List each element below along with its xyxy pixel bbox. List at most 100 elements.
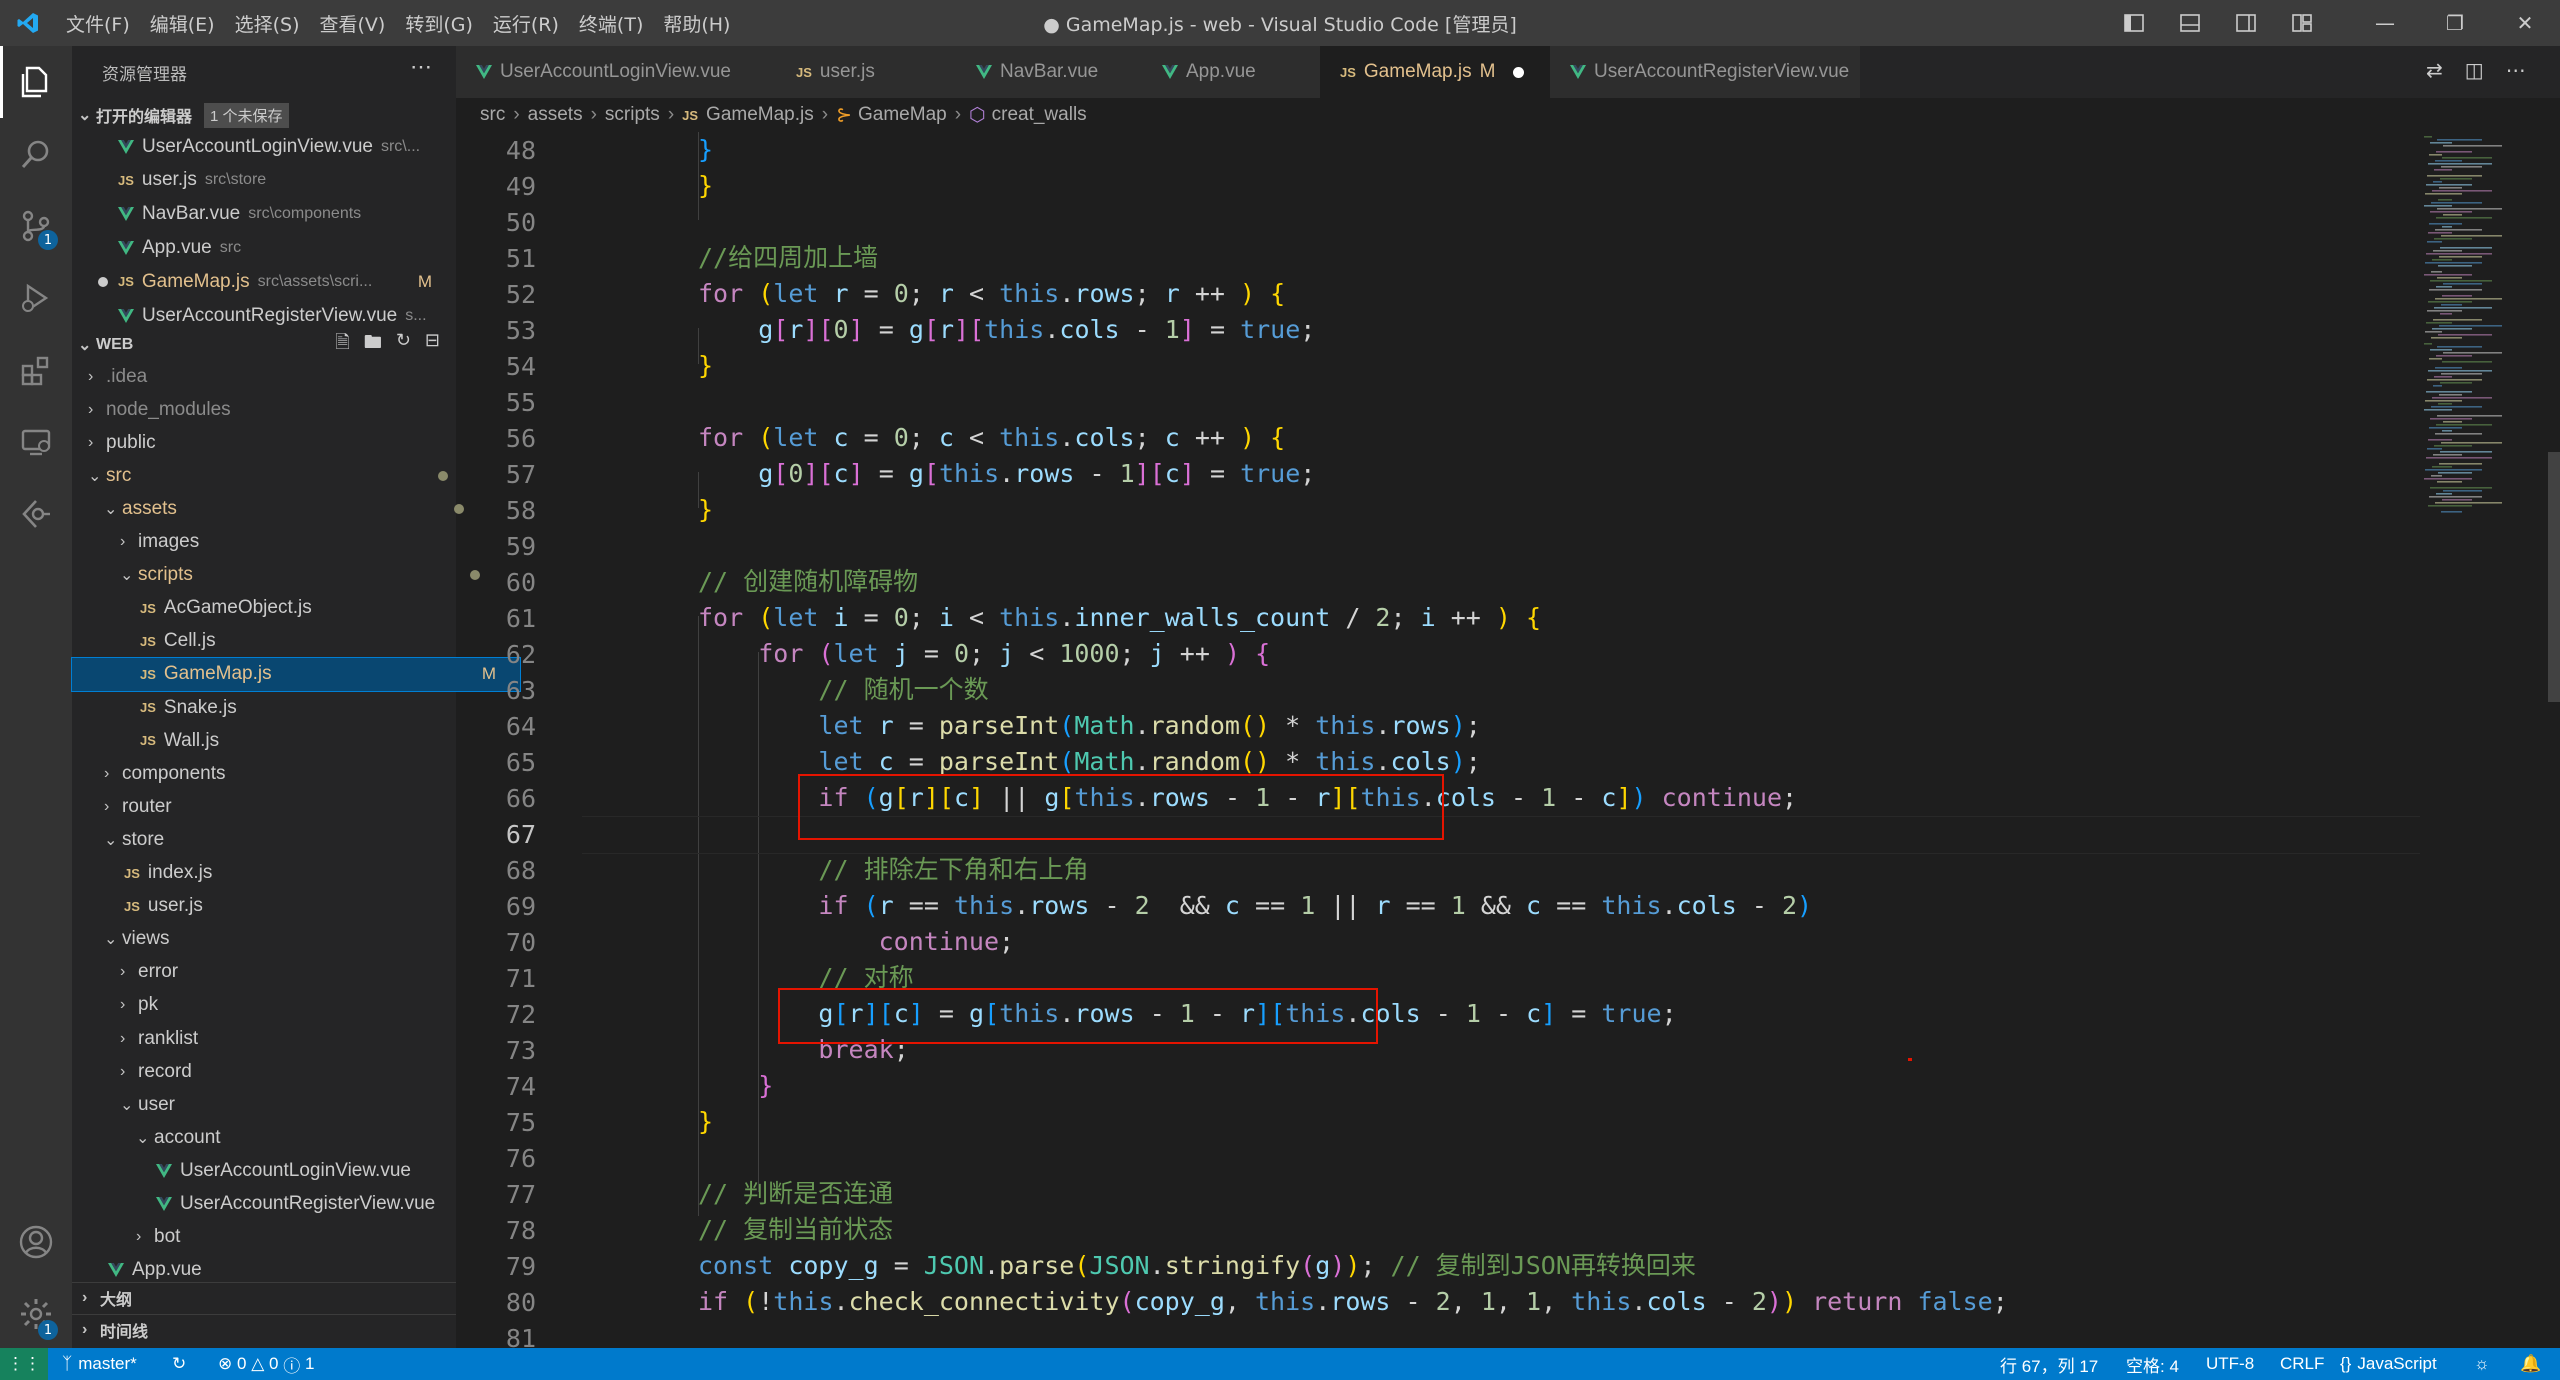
folder-store[interactable]: ⌄ store — [72, 823, 488, 856]
split-editor-icon[interactable]: ◫ — [2465, 58, 2484, 82]
tab-GameMap.js[interactable]: JS GameMap.js M — [1320, 46, 1571, 98]
run-debug-icon[interactable] — [0, 262, 72, 334]
open-editors-header[interactable]: ⌄ 打开的编辑器 1 个未保存 — [72, 100, 456, 130]
folder-account[interactable]: ⌄ account — [72, 1121, 520, 1154]
folder-ranklist[interactable]: › ranklist — [72, 1022, 504, 1055]
code-line-58: } — [698, 495, 714, 524]
minimap[interactable] — [2420, 132, 2542, 1348]
tab-user.js[interactable]: JS user.js — [776, 46, 977, 98]
folder-images[interactable]: › images — [72, 526, 504, 559]
indentation[interactable]: 空格: 4 — [2126, 1348, 2179, 1380]
open-editor-item[interactable]: JS GameMap.js src\assets\scri... M — [72, 265, 456, 298]
menu-item[interactable]: 选择(S) — [225, 10, 310, 37]
breadcrumb-item[interactable]: GameMap.js — [706, 104, 814, 126]
file-GameMap.js[interactable]: JS GameMap.js M — [71, 656, 521, 692]
file-Snake.js[interactable]: JS Snake.js — [72, 691, 520, 724]
close-icon[interactable]: ✕ — [2490, 0, 2560, 46]
new-file-icon[interactable]: 🗎 — [335, 330, 349, 360]
breadcrumb-item[interactable]: creat_walls — [992, 104, 1087, 126]
folder-public[interactable]: › public — [72, 426, 472, 459]
tab-NavBar.vue[interactable]: NavBar.vue — [956, 46, 1163, 98]
explorer-icon[interactable] — [0, 46, 72, 118]
cursor-position[interactable]: 行 67，列 17 — [2000, 1348, 2098, 1380]
git-history-icon[interactable] — [0, 478, 72, 550]
menu-item[interactable]: 查看(V) — [310, 10, 396, 37]
line-number: 61 — [505, 604, 536, 633]
breadcrumb-separator: › — [667, 104, 675, 125]
more-editor-actions-icon[interactable]: ⋯ — [2506, 58, 2526, 82]
file-AcGameObject.js[interactable]: JS AcGameObject.js — [72, 592, 520, 625]
folder-error[interactable]: › error — [72, 956, 504, 989]
refresh-icon[interactable]: ↻ — [396, 330, 411, 360]
tree-item-label: node_modules — [106, 398, 231, 420]
restore-icon[interactable]: ❐ — [2420, 0, 2490, 46]
open-editor-item[interactable]: UserAccountLoginView.vue src\... — [72, 130, 456, 163]
open-changes-icon[interactable]: ⇄ — [2426, 58, 2443, 82]
remote-indicator-icon[interactable]: ⋮⋮ — [0, 1348, 48, 1380]
file-Wall.js[interactable]: JS Wall.js — [72, 724, 520, 757]
collapse-all-icon[interactable]: ⊟ — [425, 330, 440, 360]
highlight-box-continue — [798, 774, 1444, 840]
menu-item[interactable]: 转到(G) — [395, 10, 483, 37]
new-folder-icon[interactable]: 🖿 — [364, 330, 382, 360]
breadcrumb-item[interactable]: scripts — [605, 104, 660, 126]
code-editor[interactable]: } } //给四周加上墙 for (let r = 0; r < this.ro… — [582, 132, 2420, 1348]
folder-scripts[interactable]: ⌄ scripts — [72, 559, 504, 592]
sync-icon[interactable]: ↻ — [172, 1348, 186, 1380]
unsaved-dot-icon[interactable] — [1513, 66, 1525, 78]
open-editor-item[interactable]: NavBar.vue src\components — [72, 198, 456, 231]
folder-router[interactable]: › router — [72, 790, 488, 823]
menu-item[interactable]: 文件(F) — [56, 10, 140, 37]
folder-components[interactable]: › components — [72, 757, 488, 790]
notifications-icon[interactable]: 🔔 — [2520, 1348, 2541, 1380]
folder-bot[interactable]: › bot — [72, 1221, 520, 1254]
open-editor-item[interactable]: UserAccountRegisterView.vue s... — [72, 299, 456, 332]
menu-item[interactable]: 终端(T) — [569, 10, 653, 37]
breadcrumb-item[interactable]: GameMap — [858, 104, 947, 126]
more-actions-icon[interactable]: ⋯ — [410, 54, 432, 80]
folder-user[interactable]: ⌄ user — [72, 1088, 504, 1121]
breadcrumb-item[interactable]: assets — [528, 104, 583, 126]
outline-header[interactable]: › 大纲 — [72, 1282, 456, 1313]
workspace-header[interactable]: ⌄ WEB 🗎 🖿 ↻ ⊟ — [72, 330, 456, 360]
toggle-sidebar-icon[interactable] — [2106, 0, 2162, 46]
folder-views[interactable]: ⌄ views — [72, 923, 488, 956]
problems-indicator[interactable]: ⊗ 0 △ 0 ⓘ 1 — [218, 1348, 314, 1380]
line-number: 68 — [505, 856, 536, 885]
tab-UserAccountLoginView.vue[interactable]: UserAccountLoginView.vue — [456, 46, 797, 98]
remote-explorer-icon[interactable] — [0, 406, 72, 478]
language-mode[interactable]: {} JavaScript — [2340, 1348, 2437, 1380]
folder-.idea[interactable]: › .idea — [72, 360, 472, 393]
branch-indicator[interactable]: ᛉ master* — [62, 1348, 137, 1380]
menu-item[interactable]: 编辑(E) — [140, 10, 225, 37]
tab-App.vue[interactable]: App.vue — [1142, 46, 1341, 98]
source-control-icon[interactable]: 1 — [0, 190, 72, 262]
folder-node_modules[interactable]: › node_modules — [72, 393, 472, 426]
extensions-icon[interactable] — [0, 334, 72, 406]
feedback-icon[interactable]: ☼ — [2474, 1348, 2490, 1380]
toggle-panel-icon[interactable] — [2162, 0, 2218, 46]
menu-item[interactable]: 运行(R) — [483, 10, 569, 37]
folder-record[interactable]: › record — [72, 1055, 504, 1088]
minimize-icon[interactable]: — — [2350, 0, 2420, 46]
accounts-icon[interactable] — [0, 1206, 72, 1278]
folder-pk[interactable]: › pk — [72, 989, 504, 1022]
search-icon[interactable] — [0, 118, 72, 190]
toggle-secondary-sidebar-icon[interactable] — [2218, 0, 2274, 46]
breadcrumb-item[interactable]: src — [480, 104, 505, 126]
folder-src[interactable]: ⌄ src — [72, 459, 472, 492]
file-index.js[interactable]: JS index.js — [72, 857, 504, 890]
vertical-scrollbar[interactable] — [2546, 132, 2560, 1348]
settings-gear-icon[interactable]: 1 — [0, 1278, 72, 1350]
timeline-header[interactable]: › 时间线 — [72, 1314, 456, 1345]
folder-assets[interactable]: ⌄ assets — [72, 492, 488, 525]
customize-layout-icon[interactable] — [2274, 0, 2330, 46]
encoding[interactable]: UTF-8 — [2206, 1348, 2254, 1380]
file-user.js[interactable]: JS user.js — [72, 890, 504, 923]
tab-UserAccountRegisterView.vue[interactable]: UserAccountRegisterView.vue — [1550, 46, 1861, 98]
menu-item[interactable]: 帮助(H) — [653, 10, 740, 37]
line-ending[interactable]: CRLF — [2280, 1348, 2324, 1380]
open-editor-item[interactable]: App.vue src — [72, 231, 456, 264]
open-editor-item[interactable]: JS user.js src\store — [72, 164, 456, 197]
file-Cell.js[interactable]: JS Cell.js — [72, 625, 520, 658]
